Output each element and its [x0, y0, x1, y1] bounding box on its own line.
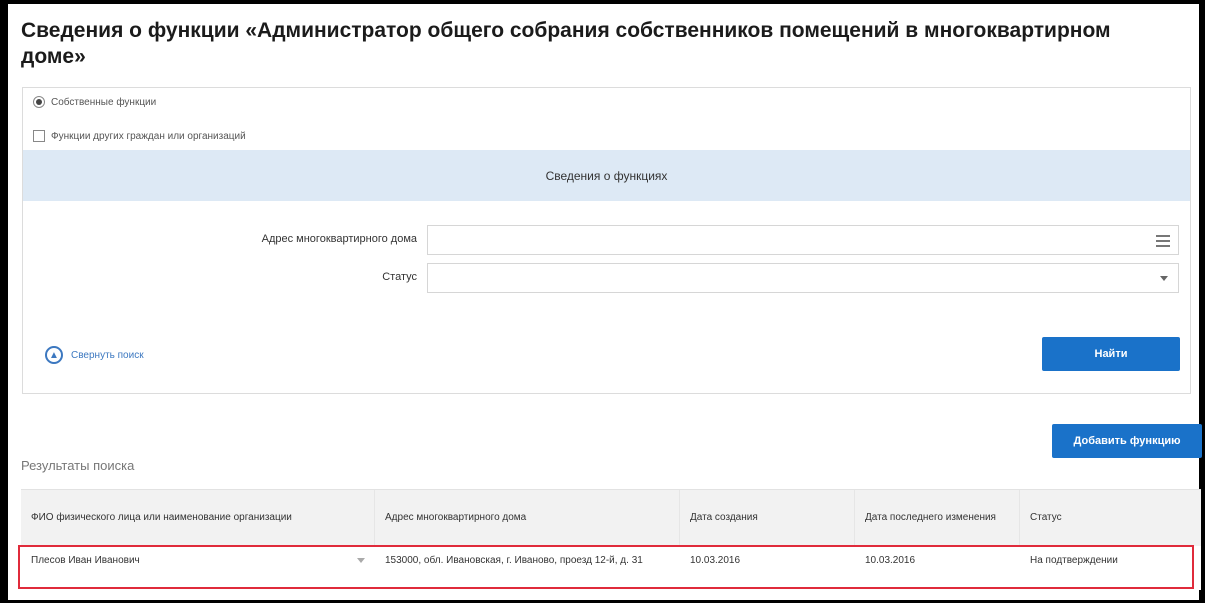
page-title: Сведения о функции «Администратор общего…	[21, 19, 1111, 68]
section-header-label: Сведения о функциях	[545, 168, 668, 183]
add-function-button-label: Добавить функцию	[1073, 435, 1181, 447]
column-header-status[interactable]: Статус	[1020, 490, 1192, 546]
search-panel: Собственные функции Функции других гражд…	[22, 87, 1191, 394]
add-function-button[interactable]: Добавить функцию	[1052, 424, 1202, 458]
status-select[interactable]	[427, 263, 1179, 293]
chevron-up-circle-icon: ▲	[45, 346, 63, 364]
column-header-address[interactable]: Адрес многоквартирного дома	[375, 490, 680, 546]
address-input[interactable]	[427, 225, 1179, 255]
others-functions-label: Функции других граждан или организаций	[51, 130, 246, 142]
find-button-label: Найти	[1094, 348, 1128, 360]
address-label: Адрес многоквартирного дома	[261, 233, 417, 245]
checkbox-icon[interactable]	[33, 130, 45, 142]
collapse-search-link[interactable]: ▲ Свернуть поиск	[45, 346, 144, 364]
list-icon[interactable]	[1156, 235, 1170, 250]
cell-created: 10.03.2016	[690, 555, 741, 566]
chevron-down-icon[interactable]	[357, 558, 365, 563]
section-header: Сведения о функциях	[23, 150, 1190, 201]
others-functions-option[interactable]: Функции других граждан или организаций	[33, 128, 246, 144]
chevron-down-icon	[1160, 276, 1168, 281]
column-header-created[interactable]: Дата создания	[680, 490, 855, 546]
cell-status: На подтверждении	[1030, 555, 1118, 566]
table-header: ФИО физического лица или наименование ор…	[21, 490, 1201, 546]
cell-modified: 10.03.2016	[865, 555, 916, 566]
frame-left	[0, 0, 8, 603]
own-functions-label: Собственные функции	[51, 96, 157, 108]
results-table: ФИО физического лица или наименование ор…	[18, 489, 1201, 590]
column-header-modified[interactable]: Дата последнего изменения	[855, 490, 1020, 546]
own-functions-option[interactable]: Собственные функции	[33, 94, 156, 110]
cell-name: Плесов Иван Иванович	[21, 546, 375, 590]
frame-top	[0, 0, 1205, 4]
column-header-name[interactable]: ФИО физического лица или наименование ор…	[21, 490, 375, 546]
table-row[interactable]: Плесов Иван Иванович 153000, обл. Иванов…	[18, 545, 1201, 590]
status-label: Статус	[382, 271, 417, 283]
collapse-search-label: Свернуть поиск	[71, 349, 144, 361]
radio-icon[interactable]	[33, 96, 45, 108]
find-button[interactable]: Найти	[1042, 337, 1180, 371]
cell-address: 153000, обл. Ивановская, г. Иваново, про…	[385, 555, 643, 566]
results-label: Результаты поиска	[21, 458, 135, 473]
cell-name-text: Плесов Иван Иванович	[31, 555, 140, 566]
